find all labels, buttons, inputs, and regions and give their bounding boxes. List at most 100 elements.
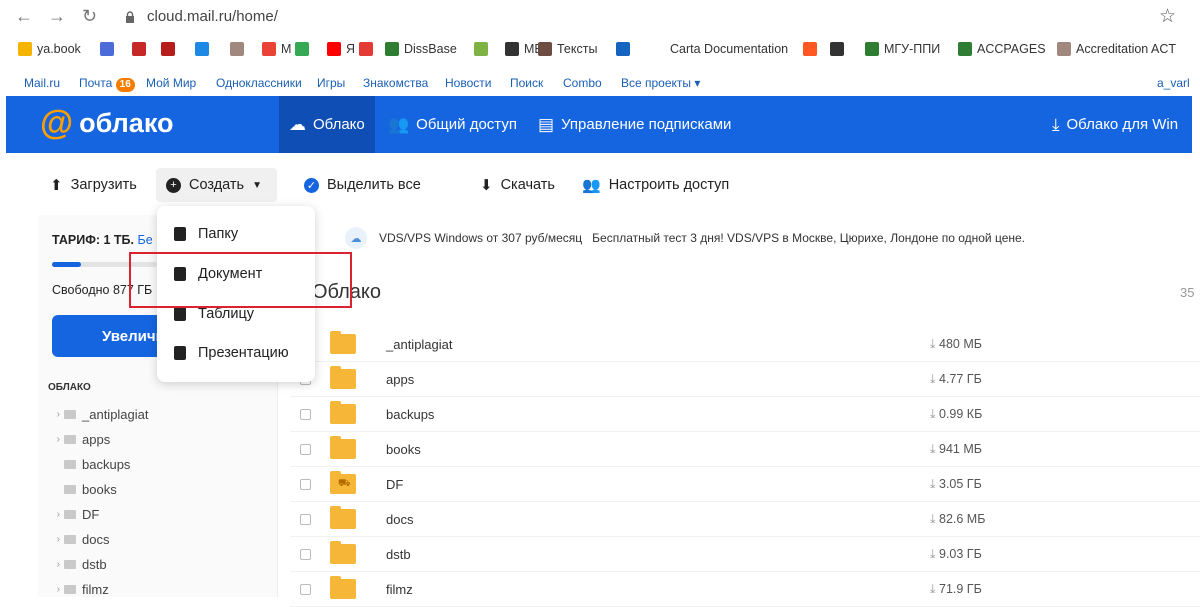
download-small-icon[interactable]: ⤓ [930, 512, 939, 526]
download-button[interactable]: ⬇ Скачать [470, 168, 565, 202]
bookmark-item[interactable] [132, 42, 146, 56]
download-small-icon[interactable]: ⤓ [930, 582, 939, 596]
url-text[interactable]: cloud.mail.ru/home/ [147, 8, 278, 25]
row-checkbox[interactable] [300, 444, 311, 455]
cloud-logo[interactable]: @ облако [40, 106, 173, 140]
portal-link-search[interactable]: Поиск [510, 76, 543, 90]
bookmark-star-icon[interactable]: ☆ [1159, 5, 1176, 28]
nav-cloud[interactable]: ☁ Облако [279, 96, 375, 153]
download-small-icon[interactable]: ⤓ [930, 337, 939, 351]
caret-right-icon[interactable]: › [44, 409, 60, 420]
bookmark-item[interactable]: МБ [505, 42, 543, 56]
file-row[interactable]: ⛟ DF ⤓ 3.05 ГБ [290, 467, 1200, 502]
file-name[interactable]: filmz [386, 582, 413, 597]
caret-right-icon[interactable]: › [44, 584, 60, 595]
bookmark-icon [616, 42, 630, 56]
file-row[interactable]: backups ⤓ 0.99 КБ [290, 397, 1200, 432]
portal-user[interactable]: a_varl [1157, 76, 1190, 90]
bookmark-item[interactable]: Тексты [538, 42, 597, 56]
bookmark-item[interactable] [230, 42, 244, 56]
download-app-link[interactable]: ⤓ Облако для Win [1042, 96, 1188, 153]
row-checkbox[interactable] [300, 479, 311, 490]
file-row[interactable]: docs ⤓ 82.6 МБ [290, 502, 1200, 537]
file-row[interactable]: filmz ⤓ 71.9 ГБ [290, 572, 1200, 607]
tariff-link[interactable]: Бе [138, 233, 153, 247]
nav-shared[interactable]: 👥 Общий доступ [378, 96, 527, 153]
tree-item[interactable]: › apps [38, 427, 278, 452]
upload-button[interactable]: ⬆ Загрузить [40, 168, 147, 202]
file-name[interactable]: apps [386, 372, 414, 387]
row-checkbox[interactable] [300, 514, 311, 525]
bookmark-item[interactable] [616, 42, 630, 56]
create-button[interactable]: + Создать ▼ [156, 168, 277, 202]
folder-icon [64, 435, 76, 444]
tree-item[interactable]: backups [38, 452, 278, 477]
file-size: ⤓ 941 МБ [930, 442, 982, 457]
bookmark-item[interactable] [100, 42, 114, 56]
file-name[interactable]: docs [386, 512, 413, 527]
bookmark-item[interactable] [803, 42, 817, 56]
bookmark-item[interactable] [474, 42, 488, 56]
ad-banner[interactable]: ☁ VDS/VPS Windows от 307 руб/месяц Беспл… [345, 227, 1025, 249]
reload-icon[interactable]: ↻ [82, 6, 97, 27]
file-row[interactable]: dstb ⤓ 9.03 ГБ [290, 537, 1200, 572]
tree-item[interactable]: books [38, 477, 278, 502]
portal-link-mail[interactable]: Почта 16 [79, 76, 135, 92]
row-checkbox[interactable] [300, 409, 311, 420]
bookmark-item[interactable] [161, 42, 175, 56]
tree-item[interactable]: › dstb [38, 552, 278, 577]
download-small-icon[interactable]: ⤓ [930, 547, 939, 561]
nav-subscriptions[interactable]: ▤ Управление подписками [528, 96, 741, 153]
file-name[interactable]: backups [386, 407, 434, 422]
portal-link-news[interactable]: Новости [445, 76, 491, 90]
portal-link-all-projects[interactable]: Все проекты ▾ [621, 76, 700, 90]
bookmark-item[interactable]: Carta Documentation [670, 42, 788, 56]
share-settings-button[interactable]: 👥 Настроить доступ [572, 168, 739, 202]
tree-item[interactable]: › DF [38, 502, 278, 527]
bookmark-item[interactable]: ACCPAGES [958, 42, 1046, 56]
file-name[interactable]: books [386, 442, 421, 457]
menu-item-presentation[interactable]: Презентацию [157, 335, 315, 371]
row-checkbox[interactable] [300, 584, 311, 595]
bookmark-item[interactable]: M [262, 42, 291, 56]
bookmark-item[interactable]: ya.book [18, 42, 81, 56]
portal-link-mymir[interactable]: Мой Мир [146, 76, 196, 90]
file-name[interactable]: _antiplagiat [386, 337, 453, 352]
portal-link-dating[interactable]: Знакомства [363, 76, 428, 90]
portal-link-ok[interactable]: Одноклассники [216, 76, 302, 90]
download-small-icon[interactable]: ⤓ [930, 477, 939, 491]
forward-arrow-icon[interactable]: → [48, 6, 66, 27]
tree-item[interactable]: › filmz [38, 577, 278, 602]
bookmark-item[interactable] [359, 42, 373, 56]
menu-item-folder[interactable]: Папку [157, 216, 315, 252]
file-row[interactable]: _antiplagiat ⤓ 480 МБ [290, 327, 1200, 362]
select-all-button[interactable]: ✓ Выделить все [294, 168, 431, 202]
bookmark-item[interactable]: DissBase [385, 42, 457, 56]
file-size: ⤓ 71.9 ГБ [930, 582, 982, 597]
bookmark-item[interactable]: МГУ-ППИ [865, 42, 940, 56]
back-arrow-icon[interactable]: ← [15, 6, 33, 27]
bookmark-item[interactable]: Accreditation ACT [1057, 42, 1176, 56]
caret-right-icon[interactable]: › [44, 559, 60, 570]
download-small-icon[interactable]: ⤓ [930, 372, 939, 386]
download-small-icon[interactable]: ⤓ [930, 442, 939, 456]
tree-item[interactable]: › _antiplagiat [38, 402, 278, 427]
portal-link-games[interactable]: Игры [317, 76, 345, 90]
browser-url-bar: ← → ↻ cloud.mail.ru/home/ ☆ [0, 0, 1200, 36]
download-small-icon[interactable]: ⤓ [930, 407, 939, 421]
bookmark-item[interactable] [295, 42, 309, 56]
bookmark-item[interactable] [830, 42, 844, 56]
tree-item[interactable]: › docs [38, 527, 278, 552]
row-checkbox[interactable] [300, 549, 311, 560]
file-row[interactable]: apps ⤓ 4.77 ГБ [290, 362, 1200, 397]
file-name[interactable]: dstb [386, 547, 411, 562]
caret-right-icon[interactable]: › [44, 434, 60, 445]
portal-link-mailru[interactable]: Mail.ru [24, 76, 60, 90]
file-row[interactable]: books ⤓ 941 МБ [290, 432, 1200, 467]
bookmark-item[interactable]: Я [327, 42, 355, 56]
bookmark-item[interactable] [195, 42, 209, 56]
file-name[interactable]: DF [386, 477, 403, 492]
caret-right-icon[interactable]: › [44, 534, 60, 545]
portal-link-combo[interactable]: Combo [563, 76, 602, 90]
caret-right-icon[interactable]: › [44, 509, 60, 520]
